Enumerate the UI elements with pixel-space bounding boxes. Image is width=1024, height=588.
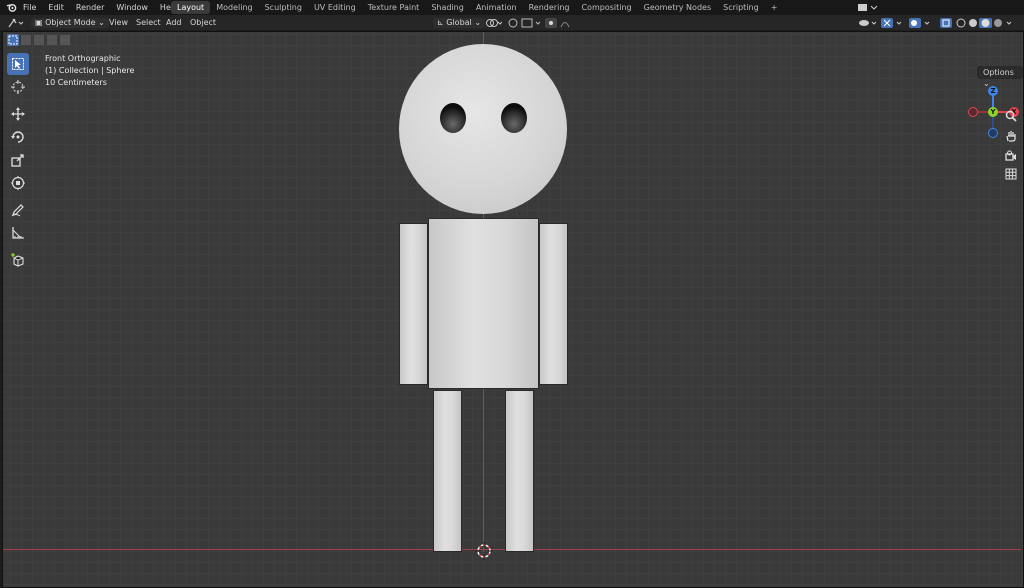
gizmo-neg-z-axis[interactable] xyxy=(988,128,998,138)
mode-label: Object Mode xyxy=(45,18,96,27)
menu-render[interactable]: Render xyxy=(76,3,104,12)
tab-shading[interactable]: Shading xyxy=(425,1,470,14)
torso[interactable] xyxy=(428,218,539,389)
menu-object[interactable]: Object xyxy=(190,18,216,28)
zoom-icon xyxy=(1005,110,1017,122)
tab-texture-paint[interactable]: Texture Paint xyxy=(362,1,426,14)
selection-mode-icons[interactable] xyxy=(7,34,71,46)
tab-layout[interactable]: Layout xyxy=(171,1,211,14)
move-icon xyxy=(11,107,25,121)
zoom-button[interactable] xyxy=(1003,108,1019,124)
scene-icon[interactable] xyxy=(857,2,879,13)
orientation-label: Global xyxy=(446,18,472,27)
tab-modeling[interactable]: Modeling xyxy=(210,1,258,14)
3d-viewport[interactable]: Front Orthographic (1) Collection | Sphe… xyxy=(2,31,1024,588)
menu-select[interactable]: Select xyxy=(136,18,161,28)
pivot-point-icon[interactable] xyxy=(485,18,505,28)
tab-sculpting[interactable]: Sculpting xyxy=(259,1,308,14)
add-cube-icon xyxy=(11,253,24,267)
blender-logo-icon[interactable] xyxy=(6,2,17,13)
xray-icon[interactable] xyxy=(940,18,952,28)
camera-view-button[interactable] xyxy=(1003,148,1019,164)
tab-uv-editing[interactable]: UV Editing xyxy=(308,1,362,14)
proportional-edit-icon[interactable] xyxy=(545,18,581,28)
top-menu-bar: File Edit Render Window Help Layout Mode… xyxy=(0,0,1024,15)
gizmo-toggle-icon[interactable] xyxy=(881,18,905,28)
pan-button[interactable] xyxy=(1003,128,1019,144)
chevron-down-icon: ⌄ xyxy=(474,18,482,27)
gizmo-neg-x-axis[interactable] xyxy=(968,107,978,117)
shading-modes-icon[interactable] xyxy=(955,18,1019,28)
head-sphere[interactable] xyxy=(399,44,567,214)
right-leg[interactable] xyxy=(505,390,534,552)
transform-icon xyxy=(11,176,25,190)
right-arm[interactable] xyxy=(539,223,568,385)
viewport-header: ▣ Object Mode ⌄ View Select Add Object ⊾… xyxy=(0,15,1024,30)
rotate-icon xyxy=(11,131,24,143)
add-cube-tool[interactable] xyxy=(7,249,29,271)
tab-rendering[interactable]: Rendering xyxy=(523,1,576,14)
add-workspace-button[interactable]: + xyxy=(765,1,784,14)
scale-label: 10 Centimeters xyxy=(45,78,107,87)
3d-cursor-tool-icon xyxy=(11,80,25,94)
rotate-tool[interactable] xyxy=(7,126,29,148)
menu-edit[interactable]: Edit xyxy=(48,3,64,12)
perspective-toggle-button[interactable] xyxy=(1003,166,1019,182)
hand-icon xyxy=(1006,131,1016,142)
menu-add[interactable]: Add xyxy=(166,18,182,28)
view-projection-label: Front Orthographic xyxy=(45,54,121,63)
snap-icon[interactable] xyxy=(508,18,544,28)
tab-geometry-nodes[interactable]: Geometry Nodes xyxy=(638,1,717,14)
object-mode-icon: ▣ xyxy=(35,18,43,27)
ruler-icon xyxy=(12,227,24,239)
menu-window[interactable]: Window xyxy=(116,3,148,12)
editor-type-icon[interactable] xyxy=(8,18,26,28)
options-dropdown[interactable]: Options ⌄ xyxy=(977,66,1023,88)
measure-tool[interactable] xyxy=(7,222,29,244)
scale-icon xyxy=(11,154,24,167)
move-tool[interactable] xyxy=(7,103,29,125)
mode-dropdown[interactable]: ▣ Object Mode ⌄ xyxy=(31,18,109,28)
camera-icon xyxy=(1005,150,1016,161)
options-label: Options xyxy=(983,68,1014,77)
left-arm[interactable] xyxy=(399,223,428,385)
orientation-icon: ⊾ xyxy=(437,18,444,27)
tab-compositing[interactable]: Compositing xyxy=(575,1,637,14)
visibility-icon[interactable] xyxy=(858,18,880,28)
select-box-tool[interactable] xyxy=(7,53,29,75)
grid-icon xyxy=(1005,168,1017,180)
left-toolbar xyxy=(7,53,31,272)
gizmo-y-axis[interactable]: Y xyxy=(988,107,998,117)
tab-scripting[interactable]: Scripting xyxy=(717,1,765,14)
gizmo-z-axis[interactable]: Z xyxy=(988,86,998,96)
right-eye[interactable] xyxy=(501,103,527,133)
cursor-tool[interactable] xyxy=(7,76,29,98)
tab-animation[interactable]: Animation xyxy=(470,1,523,14)
cursor-arrow-icon xyxy=(12,58,24,70)
menu-view[interactable]: View xyxy=(109,18,128,28)
pencil-icon xyxy=(11,204,24,217)
annotate-tool[interactable] xyxy=(7,199,29,221)
left-leg[interactable] xyxy=(433,390,462,552)
overlays-icon[interactable] xyxy=(909,18,935,28)
transform-orientation-dropdown[interactable]: ⊾ Global ⌄ xyxy=(433,18,486,28)
left-eye[interactable] xyxy=(440,103,466,133)
scale-tool[interactable] xyxy=(7,149,29,171)
transform-tool[interactable] xyxy=(7,172,29,194)
menu-file[interactable]: File xyxy=(23,3,36,12)
3d-cursor-icon[interactable] xyxy=(475,542,493,560)
collection-label: (1) Collection | Sphere xyxy=(45,66,135,75)
chevron-down-icon: ⌄ xyxy=(98,18,105,27)
